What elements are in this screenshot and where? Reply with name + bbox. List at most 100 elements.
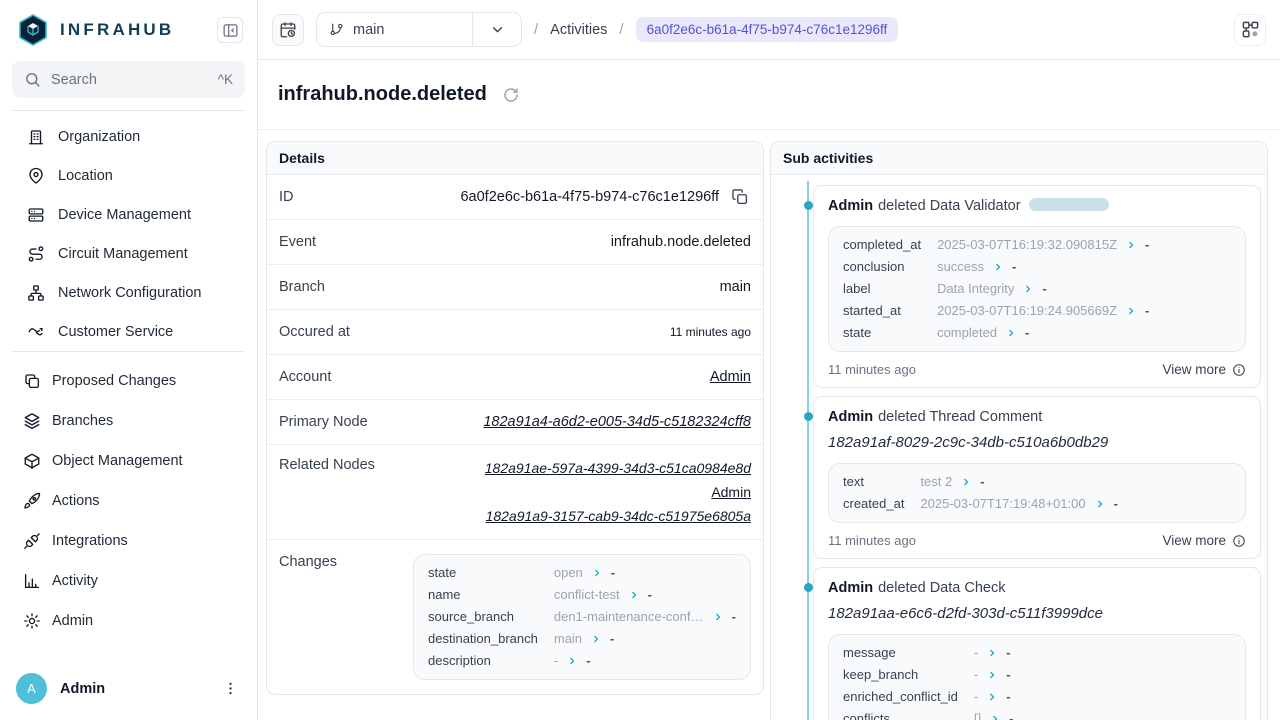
chevron-right-icon (1006, 328, 1016, 338)
sidebar-item-integrations[interactable]: Integrations (0, 521, 257, 561)
search-input[interactable]: Search ^K (12, 61, 245, 98)
property-key: enriched_conflict_id (843, 688, 958, 706)
primary-node-link[interactable]: 182a91a4-a6d2-e005-34d5-c5182324cff8 (483, 414, 751, 430)
account-link[interactable]: Admin (710, 369, 751, 385)
sidebar-item-circuit-management[interactable]: Circuit Management (0, 234, 257, 273)
sidebar-item-actions[interactable]: Actions (0, 481, 257, 521)
app-window: INFRAHUB Search ^K Organization Location… (0, 0, 1280, 720)
view-more-label: View more (1162, 533, 1226, 548)
sidebar-item-location[interactable]: Location (0, 156, 257, 195)
chevron-right-icon (567, 656, 577, 666)
chevron-right-icon (990, 714, 1000, 720)
detail-value-event: infrahub.node.deleted (611, 234, 751, 250)
plug-icon (23, 532, 41, 550)
route-icon (27, 245, 45, 263)
sub-activity-card: Admindeleted Data Validator completed_at… (813, 185, 1261, 388)
git-branch-icon (329, 22, 344, 37)
property-old-value: 2025-03-07T16:19:32.090815Z (937, 236, 1117, 254)
chevron-right-icon (987, 670, 997, 680)
property-key: conclusion (843, 258, 921, 276)
sidebar-item-object-management[interactable]: Object Management (0, 441, 257, 481)
schema-button[interactable] (1234, 14, 1266, 46)
sidebar-item-admin[interactable]: Admin (0, 601, 257, 641)
change-old-value: conflict-test (554, 586, 620, 604)
property-key: completed_at (843, 236, 921, 254)
sidebar-item-device-management[interactable]: Device Management (0, 195, 257, 234)
sidebar-item-branches[interactable]: Branches (0, 401, 257, 441)
detail-label: Related Nodes (279, 457, 375, 473)
user-menu-button[interactable] (218, 676, 243, 701)
time-travel-button[interactable] (272, 14, 304, 46)
search-icon (24, 71, 41, 88)
page-title: infrahub.node.deleted (278, 83, 487, 106)
detail-row-event: Event infrahub.node.deleted (267, 220, 763, 265)
detail-label: Primary Node (279, 414, 368, 430)
change-new-value: - (610, 630, 614, 648)
branch-selector[interactable]: main (316, 12, 522, 47)
card-actor: Admin (828, 409, 873, 425)
sidebar-item-activity[interactable]: Activity (0, 561, 257, 601)
sidebar-item-customer-service[interactable]: Customer Service (0, 312, 257, 351)
schema-icon (1241, 20, 1260, 39)
activity-timeline: Admin deleted Data Validator completed_at… (771, 175, 1267, 720)
chevron-right-icon (987, 692, 997, 702)
property-key: created_at (843, 495, 904, 513)
property-new-value: - (1006, 688, 1010, 706)
view-more-button[interactable]: View more (1162, 533, 1246, 548)
branch-selector-caret[interactable] (472, 13, 521, 46)
property-old-value: 2025-03-07T16:19:24.905669Z (937, 302, 1117, 320)
topbar: main / Activities / 6a0f2e6c-b61a-4f75-b… (258, 0, 1280, 60)
content: Details ID 6a0f2e6c-b61a-4f75-b974-c76c1… (258, 130, 1280, 720)
view-more-label: View more (1162, 362, 1226, 377)
detail-row-account: Account Admin (267, 355, 763, 400)
related-node-link[interactable]: Admin (711, 481, 751, 503)
refresh-button[interactable] (500, 84, 522, 106)
card-action: deleted Thread Comment (878, 409, 1042, 425)
collapse-panel-icon (222, 22, 239, 39)
sidebar-item-proposed-changes[interactable]: Proposed Changes (0, 361, 257, 401)
sidebar: INFRAHUB Search ^K Organization Location… (0, 0, 258, 720)
property-key: state (843, 324, 921, 342)
related-node-link[interactable]: 182a91a9-3157-cab9-34dc-c51975e6805a (486, 505, 751, 527)
user-row: A Admin (0, 663, 257, 720)
chevron-right-icon (591, 634, 601, 644)
sidebar-collapse-button[interactable] (217, 17, 243, 43)
copy-id-button[interactable] (729, 186, 751, 208)
detail-row-primary-node: Primary Node 182a91a4-a6d2-e005-34d5-c51… (267, 400, 763, 445)
sidebar-item-network-configuration[interactable]: Network Configuration (0, 273, 257, 312)
property-new-value: - (1145, 236, 1149, 254)
sidebar-item-organization[interactable]: Organization (0, 117, 257, 156)
card-actor: Admin (828, 580, 873, 596)
detail-label: Changes (279, 554, 337, 570)
copy-icon (731, 188, 749, 206)
card-action: deleted Data Validator (878, 198, 1020, 214)
sub-activities-header: Sub activities (771, 142, 1267, 175)
package-icon (23, 452, 41, 470)
card-action: deleted Data Check (878, 580, 1005, 596)
card-properties-box: message-- keep_branch-- enriched_conflic… (828, 634, 1246, 720)
detail-row-related-nodes: Related Nodes 182a91ae-597a-4399-34d3-c5… (267, 445, 763, 540)
detail-value-branch: main (720, 279, 751, 295)
breadcrumb-activities-link[interactable]: Activities (550, 22, 607, 38)
loading-skeleton (1029, 198, 1109, 211)
logo-row: INFRAHUB (0, 0, 257, 55)
sidebar-item-label: Activity (52, 573, 98, 589)
details-panel-header: Details (267, 142, 763, 175)
related-node-link[interactable]: 182a91ae-597a-4399-34d3-c51ca0984e8d (485, 457, 751, 479)
map-pin-icon (27, 167, 45, 185)
change-new-value: - (586, 652, 590, 670)
gear-icon (23, 612, 41, 630)
card-timestamp: 11 minutes ago (828, 533, 1162, 548)
property-new-value: - (1025, 324, 1029, 342)
bar-chart-icon (23, 572, 41, 590)
view-more-button[interactable]: View more (1162, 362, 1246, 377)
breadcrumb-activity-id-badge[interactable]: 6a0f2e6c-b61a-4f75-b974-c76c1e1296ff (636, 17, 899, 42)
property-new-value: - (1009, 710, 1013, 720)
sidebar-item-label: Circuit Management (58, 246, 188, 262)
property-old-value: success (937, 258, 984, 276)
detail-value-id: 6a0f2e6c-b61a-4f75-b974-c76c1e1296ff (460, 189, 719, 205)
property-old-value: [] (974, 710, 981, 720)
change-new-value: - (611, 564, 615, 582)
breadcrumb-separator: / (619, 21, 623, 38)
search-placeholder: Search (51, 72, 208, 88)
